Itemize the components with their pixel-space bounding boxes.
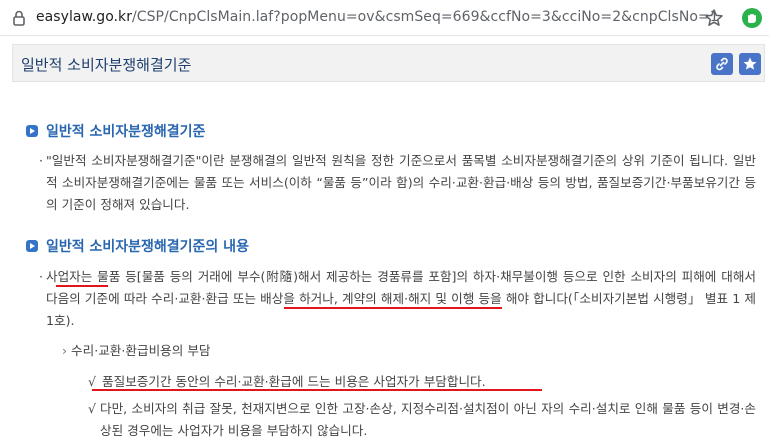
- section-paragraph-1: · "일반적 소비자분쟁해결기준"이란 분쟁해결의 일반적 원칙을 정한 기준으…: [39, 150, 756, 216]
- list-item-text: 다만, 소비자의 취급 잘못, 천재지변으로 인한 고장·손상, 지정수리점·설…: [100, 401, 756, 438]
- link-button[interactable]: [711, 53, 733, 75]
- bullet-dot-icon: ·: [39, 153, 44, 168]
- favorite-button[interactable]: [739, 53, 761, 75]
- sub-heading: › 수리·교환·환급비용의 부담: [62, 340, 211, 359]
- lock-icon[interactable]: [10, 9, 28, 27]
- section-heading-1: 일반적 소비자분쟁해결기준: [26, 121, 205, 141]
- star-icon: [743, 57, 757, 70]
- list-item: √ 다만, 소비자의 취급 잘못, 천재지변으로 인한 고장·손상, 지정수리점…: [88, 398, 756, 442]
- chevron-right-icon: ›: [62, 343, 68, 358]
- underline-annotation: [56, 285, 108, 287]
- page-header: 일반적 소비자분쟁해결기준: [12, 44, 765, 82]
- section-heading-text: 일반적 소비자분쟁해결기준: [46, 124, 206, 140]
- sub-heading-text: 수리·교환·환급비용의 부담: [71, 343, 211, 358]
- check-mark-icon: √: [88, 374, 97, 389]
- url-text[interactable]: easylaw.go.kr/CSP/CnpClsMain.laf?popMenu…: [36, 9, 719, 25]
- section-bullet-icon: [26, 125, 38, 137]
- check-mark-icon: √: [88, 401, 97, 416]
- page-title: 일반적 소비자분쟁해결기준: [21, 56, 192, 74]
- section-heading-text: 일반적 소비자분쟁해결기준의 내용: [46, 239, 249, 255]
- list-item-text: 품질보증기간 동안의 수리·교환·환급에 드는 비용은 사업자가 부담합니다.: [102, 374, 486, 389]
- bullet-dot-icon: ·: [39, 269, 44, 284]
- section-paragraph-2: · 사업자는 물품 등[물품 등의 거래에 부수(附隨)해서 제공하는 경품류를…: [39, 266, 756, 332]
- paragraph-text: 사업자는 물품 등[물품 등의 거래에 부수(附隨)해서 제공하는 경품류를 포…: [46, 269, 756, 328]
- list-item: √ 품질보증기간 동안의 수리·교환·환급에 드는 비용은 사업자가 부담합니다.: [88, 371, 486, 390]
- url-path: /CSP/CnpClsMain.laf?popMenu=ov&csmSeq=66…: [132, 9, 719, 25]
- address-bar[interactable]: easylaw.go.kr/CSP/CnpClsMain.laf?popMenu…: [0, 0, 769, 36]
- underline-annotation: [92, 389, 542, 391]
- bookmark-star-icon[interactable]: [704, 8, 724, 28]
- url-host: easylaw.go.kr: [36, 9, 133, 25]
- extension-icon[interactable]: [741, 7, 763, 29]
- paragraph-text: "일반적 소비자분쟁해결기준"이란 분쟁해결의 일반적 원칙을 정한 기준으로서…: [46, 153, 756, 212]
- underline-annotation: [284, 307, 502, 309]
- section-bullet-icon: [26, 240, 38, 252]
- link-icon: [716, 57, 728, 71]
- section-heading-2: 일반적 소비자분쟁해결기준의 내용: [26, 236, 249, 256]
